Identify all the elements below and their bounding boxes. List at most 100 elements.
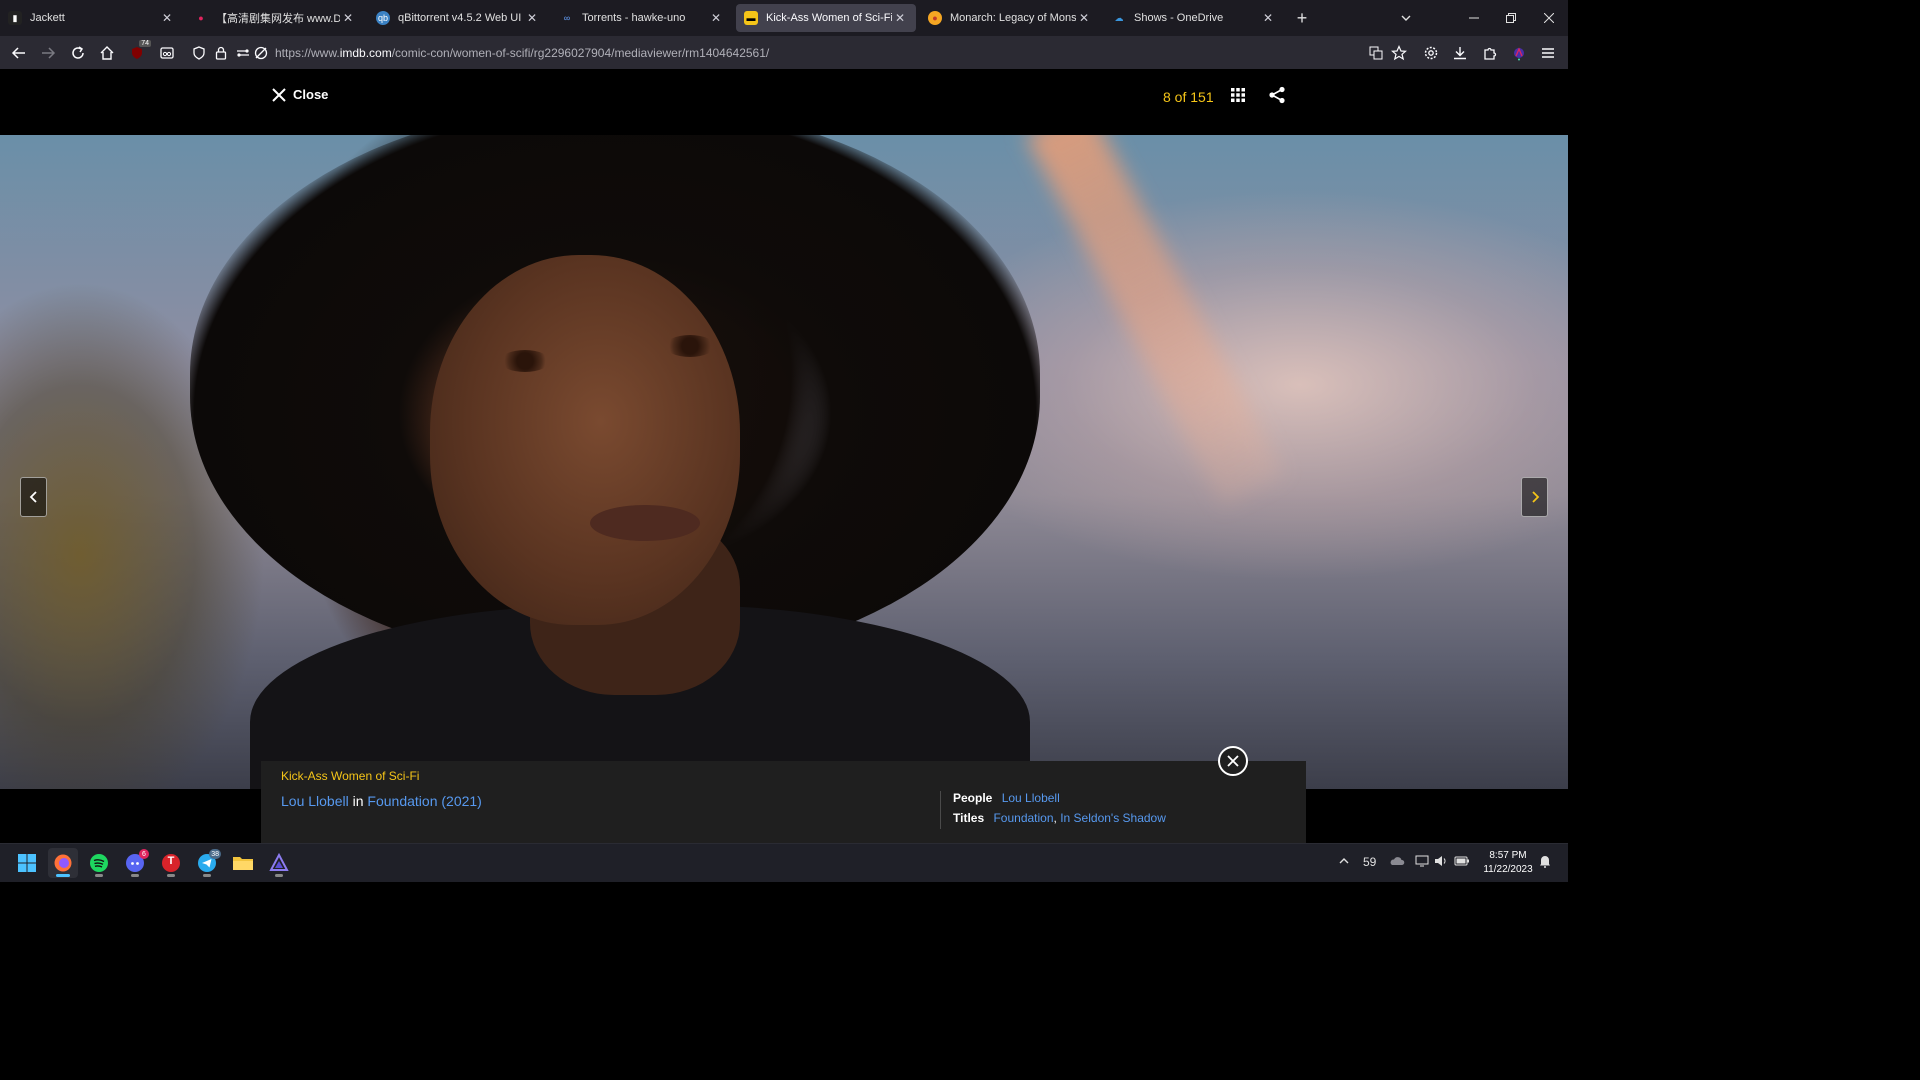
minimize-window-icon[interactable] bbox=[1460, 4, 1488, 32]
title-link[interactable]: Foundation (2021) bbox=[367, 793, 481, 809]
windows-taskbar: 6 T 38 59 8:57 PM 11/22/2023 bbox=[0, 843, 1568, 882]
profile-extension-icon[interactable] bbox=[1506, 40, 1532, 66]
gallery-title-link[interactable]: Kick-Ass Women of Sci-Fi bbox=[281, 769, 419, 783]
photo-light-streak bbox=[1025, 135, 1285, 507]
onedrive-cloud-icon[interactable] bbox=[1389, 855, 1405, 870]
onedrive-favicon-icon: ☁ bbox=[1114, 12, 1124, 23]
clock-time: 8:57 PM bbox=[1489, 850, 1527, 861]
caption-text: Lou Llobell in Foundation (2021) bbox=[281, 793, 482, 809]
volume-icon[interactable] bbox=[1434, 855, 1448, 870]
ddhdtv-favicon-icon: ● bbox=[198, 13, 204, 23]
back-arrow-icon[interactable] bbox=[6, 40, 32, 66]
folder-icon[interactable] bbox=[228, 848, 258, 878]
close-caption-button[interactable] bbox=[1218, 746, 1248, 776]
tab-title: Torrents - hawke-uno bbox=[582, 12, 686, 24]
gallery-photo bbox=[0, 135, 1568, 789]
chevron-left-icon bbox=[29, 491, 37, 503]
close-viewer-button[interactable]: Close bbox=[272, 87, 328, 102]
windows-logo-icon[interactable] bbox=[12, 848, 42, 878]
tab-close-icon[interactable]: ✕ bbox=[159, 11, 175, 25]
running-indicator bbox=[56, 874, 70, 877]
tab-close-icon[interactable]: ✕ bbox=[1260, 11, 1276, 25]
ublock-extension-icon[interactable]: 74 bbox=[124, 40, 151, 66]
close-window-icon[interactable] bbox=[1535, 4, 1563, 32]
system-clock[interactable]: 8:57 PM 11/22/2023 bbox=[1478, 849, 1538, 877]
gallery-grid-icon[interactable] bbox=[1229, 86, 1247, 104]
link-favicon-icon: ∞ bbox=[563, 13, 571, 23]
people-link[interactable]: Lou Llobell bbox=[1002, 791, 1060, 805]
previous-image-button[interactable] bbox=[20, 477, 47, 517]
discord-icon[interactable]: 6 bbox=[120, 848, 150, 878]
firefox-icon[interactable] bbox=[48, 848, 78, 878]
tab-monarch[interactable]: ● Monarch: Legacy of Monsters ( ✕ bbox=[920, 4, 1100, 32]
photo-lips bbox=[590, 505, 700, 541]
extensions-puzzle-icon[interactable] bbox=[1477, 40, 1503, 66]
tab-ddhdtv[interactable]: ● 【高清剧集网发布 www.DDHDTV ✕ bbox=[186, 4, 364, 32]
tab-kick-ass-women[interactable]: ▬ Kick-Ass Women of Sci-Fi ✕ bbox=[736, 4, 916, 32]
tab-torrents[interactable]: ∞ Torrents - hawke-uno ✕ bbox=[552, 4, 732, 32]
notification-badge: 6 bbox=[139, 849, 149, 859]
photo-face bbox=[430, 255, 740, 625]
tab-qbittorrent[interactable]: qb qBittorrent v4.5.2 Web UI ✕ bbox=[368, 4, 548, 32]
share-icon[interactable] bbox=[1268, 86, 1286, 104]
titles-link[interactable]: Foundation bbox=[993, 811, 1053, 825]
extension-badge: 74 bbox=[139, 40, 151, 47]
restore-window-icon[interactable] bbox=[1497, 4, 1525, 32]
reload-icon[interactable] bbox=[65, 40, 91, 66]
bookmark-star-icon[interactable] bbox=[1386, 40, 1412, 66]
t-app-icon[interactable]: T bbox=[156, 848, 186, 878]
hamburger-menu-icon[interactable] bbox=[1535, 40, 1561, 66]
reader-view-icon[interactable] bbox=[154, 40, 180, 66]
caption-divider bbox=[940, 791, 941, 829]
url-text[interactable]: https://www.imdb.com/comic-con/women-of-… bbox=[275, 46, 769, 60]
people-row: People Lou Llobell bbox=[953, 791, 1060, 805]
tab-onedrive[interactable]: ☁ Shows - OneDrive ✕ bbox=[1104, 4, 1284, 32]
notification-bell-icon[interactable] bbox=[1539, 855, 1551, 871]
tab-close-icon[interactable]: ✕ bbox=[1076, 11, 1092, 25]
close-icon bbox=[1227, 755, 1239, 767]
display-icon[interactable] bbox=[1415, 855, 1429, 870]
notification-badge: 38 bbox=[209, 849, 221, 859]
tab-title: Monarch: Legacy of Monsters ( bbox=[950, 12, 1076, 24]
tab-close-icon[interactable]: ✕ bbox=[892, 11, 908, 25]
url-path: /comic-con/women-of-scifi/rg2296027904/m… bbox=[391, 46, 770, 60]
autoplay-blocked-icon[interactable] bbox=[248, 40, 274, 66]
jackett-favicon-icon: ▮ bbox=[8, 11, 22, 25]
photo-eye bbox=[665, 335, 715, 357]
photo-eye bbox=[500, 350, 550, 372]
tab-close-icon[interactable]: ✕ bbox=[340, 11, 356, 25]
spotify-icon[interactable] bbox=[84, 848, 114, 878]
tab-close-icon[interactable]: ✕ bbox=[708, 11, 724, 25]
qbittorrent-favicon-icon: qb bbox=[376, 11, 390, 25]
caption-panel: Kick-Ass Women of Sci-Fi Lou Llobell in … bbox=[261, 746, 1306, 843]
chevron-right-icon bbox=[1531, 491, 1539, 503]
list-all-tabs-icon[interactable] bbox=[1392, 4, 1420, 32]
tab-title: Jackett bbox=[30, 12, 65, 24]
titles-link[interactable]: In Seldon's Shadow bbox=[1060, 811, 1166, 825]
battery-icon[interactable] bbox=[1454, 855, 1470, 870]
tray-number[interactable]: 59 bbox=[1363, 855, 1376, 869]
tab-title: Shows - OneDrive bbox=[1134, 12, 1224, 24]
address-bar[interactable]: https://www.imdb.com/comic-con/women-of-… bbox=[186, 40, 1356, 66]
triangle-app-icon[interactable] bbox=[264, 848, 294, 878]
telegram-icon[interactable]: 38 bbox=[192, 848, 222, 878]
person-link[interactable]: Lou Llobell bbox=[281, 793, 349, 809]
caption-connector: in bbox=[352, 793, 364, 809]
tab-jackett[interactable]: ▮ Jackett ✕ bbox=[0, 4, 183, 32]
navigation-toolbar: 74 https://www.imdb.com/comic-con/women-… bbox=[0, 36, 1568, 69]
downloads-icon[interactable] bbox=[1447, 40, 1473, 66]
settings-gear-icon[interactable] bbox=[1418, 40, 1444, 66]
show-hidden-icons-chevron-icon[interactable] bbox=[1338, 855, 1350, 870]
clock-date: 11/22/2023 bbox=[1483, 864, 1533, 875]
running-indicator bbox=[203, 874, 211, 877]
close-icon bbox=[272, 87, 286, 102]
media-viewer: Close 8 of 151 Kick-Ass Women of Sci-Fi … bbox=[0, 69, 1568, 843]
next-image-button[interactable] bbox=[1521, 477, 1548, 517]
home-icon[interactable] bbox=[94, 40, 120, 66]
tab-title: qBittorrent v4.5.2 Web UI bbox=[398, 12, 522, 24]
titles-label: Titles bbox=[953, 811, 985, 825]
new-tab-button[interactable]: + bbox=[1288, 4, 1316, 32]
titles-row: Titles Foundation, In Seldon's Shadow bbox=[953, 811, 1166, 825]
tab-close-icon[interactable]: ✕ bbox=[524, 11, 540, 25]
forward-arrow-icon[interactable] bbox=[35, 40, 61, 66]
